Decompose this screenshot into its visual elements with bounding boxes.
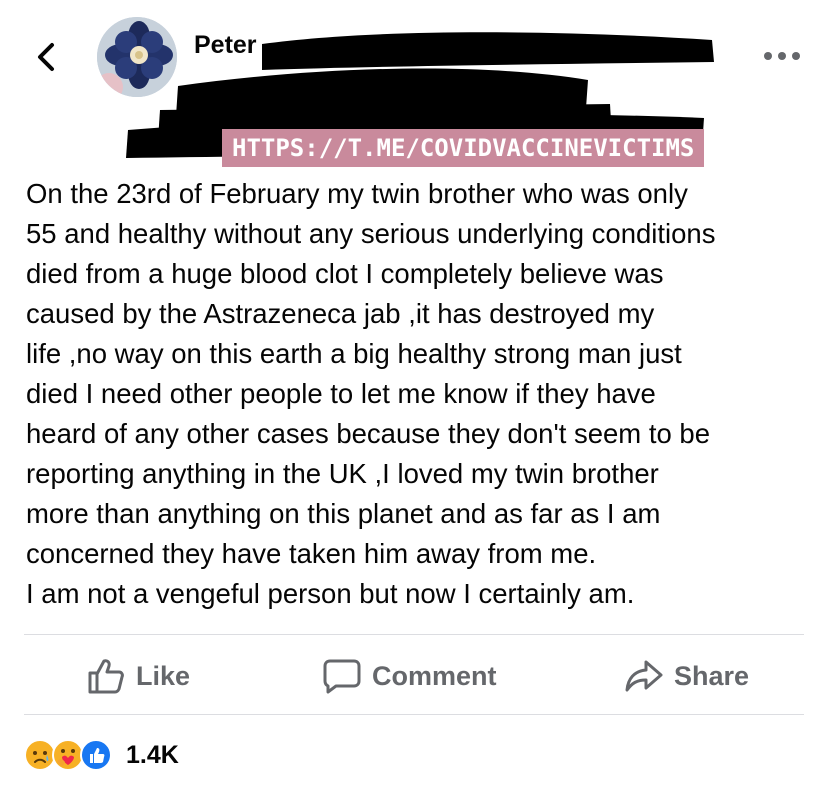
comment-label: Comment — [372, 660, 497, 691]
thumbs-up-icon — [88, 659, 124, 694]
reactions-summary[interactable]: 1.4K — [24, 735, 179, 775]
divider-top — [24, 634, 804, 635]
like-button[interactable]: Like — [86, 652, 190, 700]
author-name[interactable]: Peter — [194, 31, 257, 60]
more-horizontal-icon — [764, 52, 800, 60]
flower-avatar-image — [97, 17, 177, 97]
divider-bottom — [24, 714, 804, 715]
post-text: On the 23rd of February my twin brother … — [26, 178, 716, 609]
more-options-button[interactable] — [760, 46, 806, 66]
share-label: Share — [674, 660, 750, 691]
reaction-count: 1.4K — [126, 740, 179, 769]
share-arrow-icon — [625, 660, 663, 692]
comment-button[interactable]: Comment — [322, 652, 497, 700]
comment-bubble-icon — [323, 659, 361, 694]
share-button[interactable]: Share — [624, 652, 749, 700]
watermark-url: HTTPS://T.ME/COVIDVACCINEVICTIMS — [222, 129, 705, 167]
like-label: Like — [136, 660, 191, 691]
like-reaction-icon — [80, 739, 112, 771]
back-button[interactable] — [30, 40, 64, 74]
reaction-icons — [24, 735, 124, 775]
avatar[interactable] — [97, 17, 177, 97]
post-body: On the 23rd of February my twin brother … — [26, 174, 816, 614]
chevron-left-icon — [38, 43, 54, 71]
